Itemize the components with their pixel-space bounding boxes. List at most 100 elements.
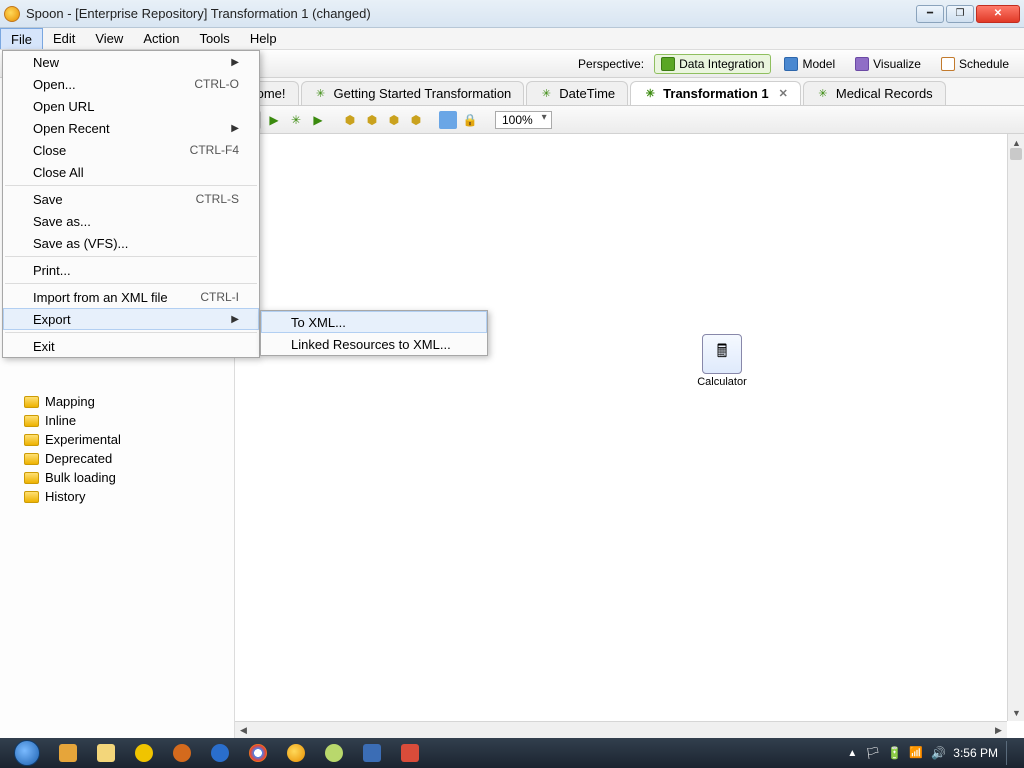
canvas[interactable]: 🖩 Calculator ▲ ▼ ◀ ▶: [235, 134, 1024, 738]
tab-medical-records[interactable]: ✳ Medical Records: [803, 81, 946, 105]
taskbar-app[interactable]: [51, 741, 85, 765]
tree-item[interactable]: History: [0, 487, 234, 506]
horizontal-scrollbar[interactable]: ◀ ▶: [235, 721, 1007, 738]
tray-battery-icon[interactable]: 🔋: [887, 746, 901, 760]
menu-help[interactable]: Help: [240, 28, 287, 49]
model-icon: [784, 57, 798, 71]
menu-item-label: Close All: [33, 165, 84, 180]
perspective-model[interactable]: Model: [777, 54, 842, 74]
menu-file[interactable]: File: [0, 28, 43, 49]
tray-chevron-up-icon[interactable]: ▲: [847, 748, 857, 759]
toolbar-button[interactable]: ⬢: [385, 111, 403, 129]
taskbar-app[interactable]: [165, 741, 199, 765]
maximize-button[interactable]: ❐: [946, 5, 974, 23]
file-menu-item[interactable]: Export▶: [3, 308, 259, 330]
tree: Mapping Inline ExperimentalDeprecatedBulk …: [0, 392, 234, 506]
tray-volume-icon[interactable]: 🔊: [931, 746, 945, 760]
perspective-visualize[interactable]: Visualize: [848, 54, 928, 74]
file-menu-item[interactable]: Open URL: [3, 95, 259, 117]
file-menu-item[interactable]: SaveCTRL-S: [3, 188, 259, 210]
start-button[interactable]: [6, 738, 48, 768]
close-button[interactable]: ✕: [976, 5, 1020, 23]
export-menu-item[interactable]: Linked Resources to XML...: [261, 333, 487, 355]
app-icon: [4, 6, 20, 22]
taskbar-app[interactable]: [203, 741, 237, 765]
show-desktop-button[interactable]: [1006, 741, 1014, 765]
menu-edit[interactable]: Edit: [43, 28, 85, 49]
tab-transformation-1[interactable]: ✳ Transformation 1 ✕: [630, 81, 801, 105]
taskbar-app[interactable]: [393, 741, 427, 765]
tray-flag-icon[interactable]: 🏳: [865, 746, 879, 760]
menu-action[interactable]: Action: [133, 28, 189, 49]
file-menu-item[interactable]: Exit: [3, 335, 259, 357]
taskbar-app[interactable]: [279, 741, 313, 765]
toolbar-button[interactable]: ▶: [265, 111, 283, 129]
taskbar-app[interactable]: [89, 741, 123, 765]
tree-item-label: Inline: [45, 413, 76, 428]
taskbar-clock[interactable]: 3:56 PM: [953, 746, 998, 760]
perspective-item-label: Data Integration: [679, 57, 764, 71]
taskbar-app[interactable]: [317, 741, 351, 765]
tree-item[interactable]: Deprecated: [0, 449, 234, 468]
tree-item[interactable]: Inline: [0, 411, 234, 430]
scroll-down-icon[interactable]: ▼: [1008, 704, 1024, 721]
file-menu-item[interactable]: New▶: [3, 51, 259, 73]
tab-label: Medical Records: [836, 86, 933, 101]
close-tab-icon[interactable]: ✕: [779, 87, 788, 100]
tree-item[interactable]: Bulk loading: [0, 468, 234, 487]
perspective-label: Perspective:: [578, 57, 644, 71]
tree-item[interactable]: Experimental: [0, 430, 234, 449]
perspective-data-integration[interactable]: Data Integration: [654, 54, 771, 74]
menu-view[interactable]: View: [85, 28, 133, 49]
folder-icon: [24, 491, 39, 503]
titlebar: Spoon - [Enterprise Repository] Transfor…: [0, 0, 1024, 28]
main: elcome! ✳ Getting Started Transformation…: [235, 78, 1024, 738]
toolbar-button[interactable]: ⬢: [407, 111, 425, 129]
folder-icon: [24, 396, 39, 408]
toolbar-button[interactable]: ⬢: [341, 111, 359, 129]
zoom-select[interactable]: 100%: [495, 111, 552, 129]
toolbar-button[interactable]: ▶: [309, 111, 327, 129]
file-menu-item[interactable]: Open Recent▶: [3, 117, 259, 139]
tab-datetime[interactable]: ✳ DateTime: [526, 81, 628, 105]
file-menu-item[interactable]: CloseCTRL-F4: [3, 139, 259, 161]
tab-label: Getting Started Transformation: [334, 86, 512, 101]
scroll-left-icon[interactable]: ◀: [235, 722, 252, 738]
perspective-item-label: Visualize: [873, 57, 921, 71]
transformation-icon: ✳: [643, 87, 657, 101]
file-menu-item[interactable]: Close All: [3, 161, 259, 183]
folder-icon: [24, 434, 39, 446]
file-menu-item[interactable]: Save as...: [3, 210, 259, 232]
toolbar-button[interactable]: ⬢: [363, 111, 381, 129]
data-integration-icon: [661, 57, 675, 71]
toolbar-button[interactable]: [439, 111, 457, 129]
menu-item-label: Exit: [33, 339, 55, 354]
file-menu-item[interactable]: Import from an XML fileCTRL-I: [3, 286, 259, 308]
export-menu-item[interactable]: To XML...: [261, 311, 487, 333]
scroll-right-icon[interactable]: ▶: [990, 722, 1007, 738]
taskbar-app[interactable]: [241, 741, 275, 765]
menu-item-label: Import from an XML file: [33, 290, 168, 305]
taskbar-app[interactable]: [127, 741, 161, 765]
folder-icon: [24, 472, 39, 484]
tray-network-icon[interactable]: 📶: [909, 746, 923, 760]
menu-item-label: Open...: [33, 77, 76, 92]
taskbar-app[interactable]: [355, 741, 389, 765]
perspective-schedule[interactable]: Schedule: [934, 54, 1016, 74]
menu-tools[interactable]: Tools: [189, 28, 239, 49]
file-menu-item[interactable]: Open...CTRL-O: [3, 73, 259, 95]
tab-getting-started[interactable]: ✳ Getting Started Transformation: [301, 81, 525, 105]
scroll-thumb[interactable]: [1010, 148, 1022, 160]
file-menu-item[interactable]: Print...: [3, 259, 259, 281]
toolbar-lock-icon[interactable]: 🔒: [461, 111, 479, 129]
file-menu-item[interactable]: Save as (VFS)...: [3, 232, 259, 254]
menu-item-label: Export: [33, 312, 71, 327]
canvas-node-calculator[interactable]: 🖩 Calculator: [690, 334, 754, 388]
tree-item[interactable]: Mapping: [0, 392, 234, 411]
submenu-arrow-icon: ▶: [231, 57, 239, 68]
submenu-arrow-icon: ▶: [231, 123, 239, 134]
toolbar-button[interactable]: ✳: [287, 111, 305, 129]
minimize-button[interactable]: ━: [916, 5, 944, 23]
vertical-scrollbar[interactable]: ▲ ▼: [1007, 134, 1024, 721]
export-submenu: To XML...Linked Resources to XML...: [260, 310, 488, 356]
